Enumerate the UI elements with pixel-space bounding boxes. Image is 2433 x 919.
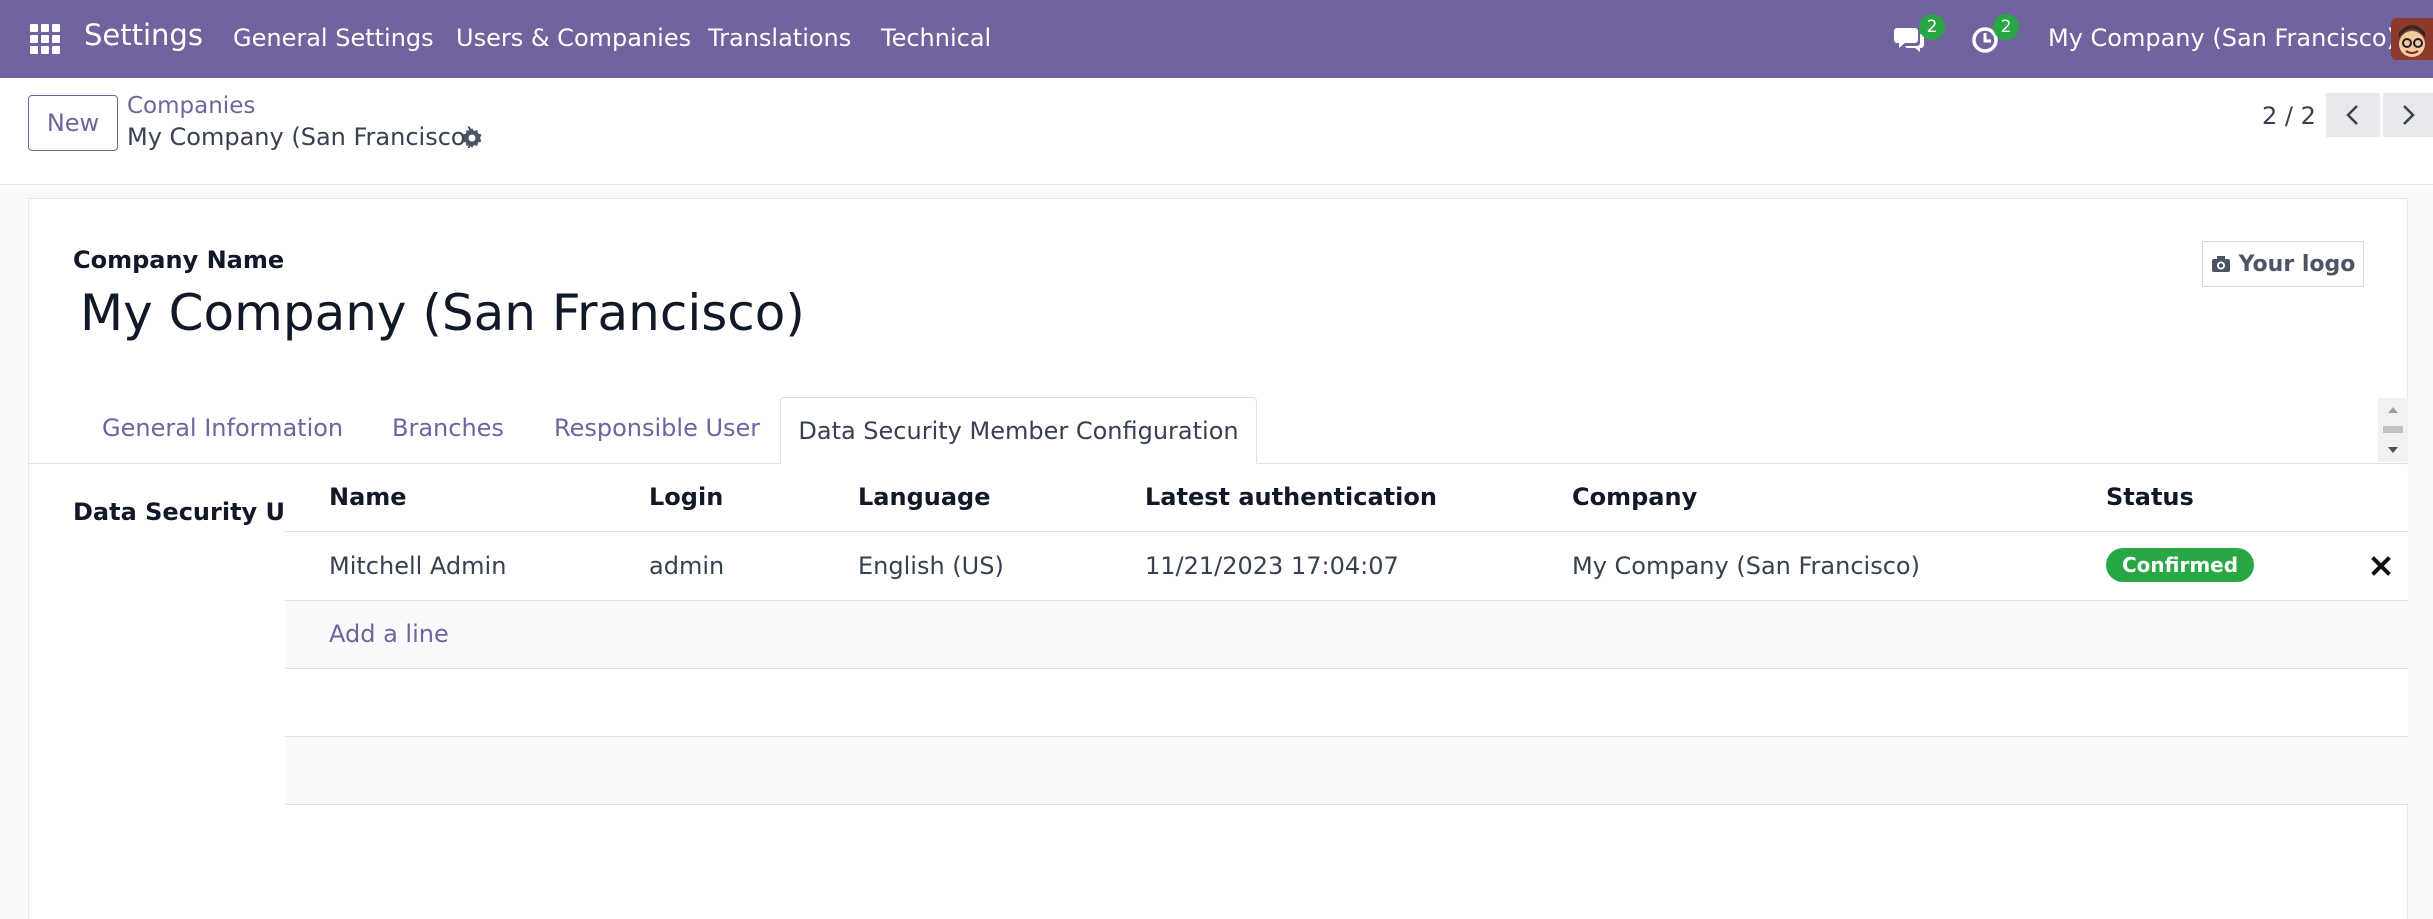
company-name-field[interactable]: My Company (San Francisco) (80, 284, 805, 342)
column-header-company[interactable]: Company (1572, 483, 1697, 511)
top-navbar: Settings General Settings Users & Compan… (0, 0, 2433, 78)
new-button[interactable]: New (28, 95, 118, 151)
breadcrumb-current: My Company (San Francisco) (127, 123, 475, 151)
menu-users-companies[interactable]: Users & Companies (456, 24, 691, 52)
empty-row (285, 737, 2408, 805)
status-badge: Confirmed (2106, 548, 2255, 582)
logo-upload[interactable]: Your logo (2202, 241, 2364, 287)
menu-technical[interactable]: Technical (881, 24, 991, 52)
app-title[interactable]: Settings (84, 18, 203, 52)
column-header-name[interactable]: Name (329, 483, 407, 511)
cell-login[interactable]: admin (649, 552, 724, 580)
column-header-language[interactable]: Language (858, 483, 991, 511)
tab-responsible-user[interactable]: Responsible User (554, 414, 760, 442)
user-avatar[interactable] (2391, 18, 2433, 60)
tabs-scrollbar[interactable] (2378, 398, 2408, 462)
delete-row-icon[interactable] (2368, 553, 2394, 579)
activities-count-badge: 2 (1993, 14, 2019, 40)
pager-value[interactable]: 2 / 2 (2262, 102, 2316, 130)
column-header-login[interactable]: Login (649, 483, 723, 511)
gear-icon[interactable] (460, 126, 484, 150)
cell-name[interactable]: Mitchell Admin (329, 552, 506, 580)
table-header-row: Name Login Language Latest authenticatio… (285, 465, 2408, 532)
add-a-line-link[interactable]: Add a line (329, 620, 449, 648)
company-name-label: Company Name (73, 246, 285, 274)
column-header-latest-authentication[interactable]: Latest authentication (1145, 483, 1437, 511)
column-header-status[interactable]: Status (2106, 483, 2194, 511)
company-switcher[interactable]: My Company (San Francisco) (2048, 24, 2396, 52)
menu-translations[interactable]: Translations (708, 24, 851, 52)
logo-label: Your logo (2238, 251, 2356, 277)
pager-next-button[interactable] (2383, 93, 2433, 137)
control-panel: New Companies My Company (San Francisco)… (0, 78, 2433, 185)
tab-general-information[interactable]: General Information (102, 414, 343, 442)
chevron-right-icon (2403, 105, 2415, 125)
tab-branches[interactable]: Branches (392, 414, 504, 442)
chevron-left-icon (2346, 105, 2358, 125)
empty-row (285, 669, 2408, 737)
cell-language[interactable]: English (US) (858, 552, 1004, 580)
camera-icon (2211, 256, 2230, 272)
apps-menu-icon[interactable] (30, 24, 60, 54)
pager-previous-button[interactable] (2326, 93, 2380, 137)
data-security-user-label: Data Security User (73, 498, 287, 526)
breadcrumb-companies[interactable]: Companies (127, 93, 255, 119)
messages-count-badge: 2 (1919, 14, 1945, 40)
add-line-row (285, 601, 2408, 669)
tab-data-security-member-configuration[interactable]: Data Security Member Configuration (780, 397, 1257, 464)
table-row[interactable]: Mitchell Admin admin English (US) 11/21/… (285, 532, 2408, 601)
menu-general-settings[interactable]: General Settings (233, 24, 434, 52)
cell-latest-authentication[interactable]: 11/21/2023 17:04:07 (1145, 552, 1399, 580)
cell-company[interactable]: My Company (San Francisco) (1572, 552, 1920, 580)
